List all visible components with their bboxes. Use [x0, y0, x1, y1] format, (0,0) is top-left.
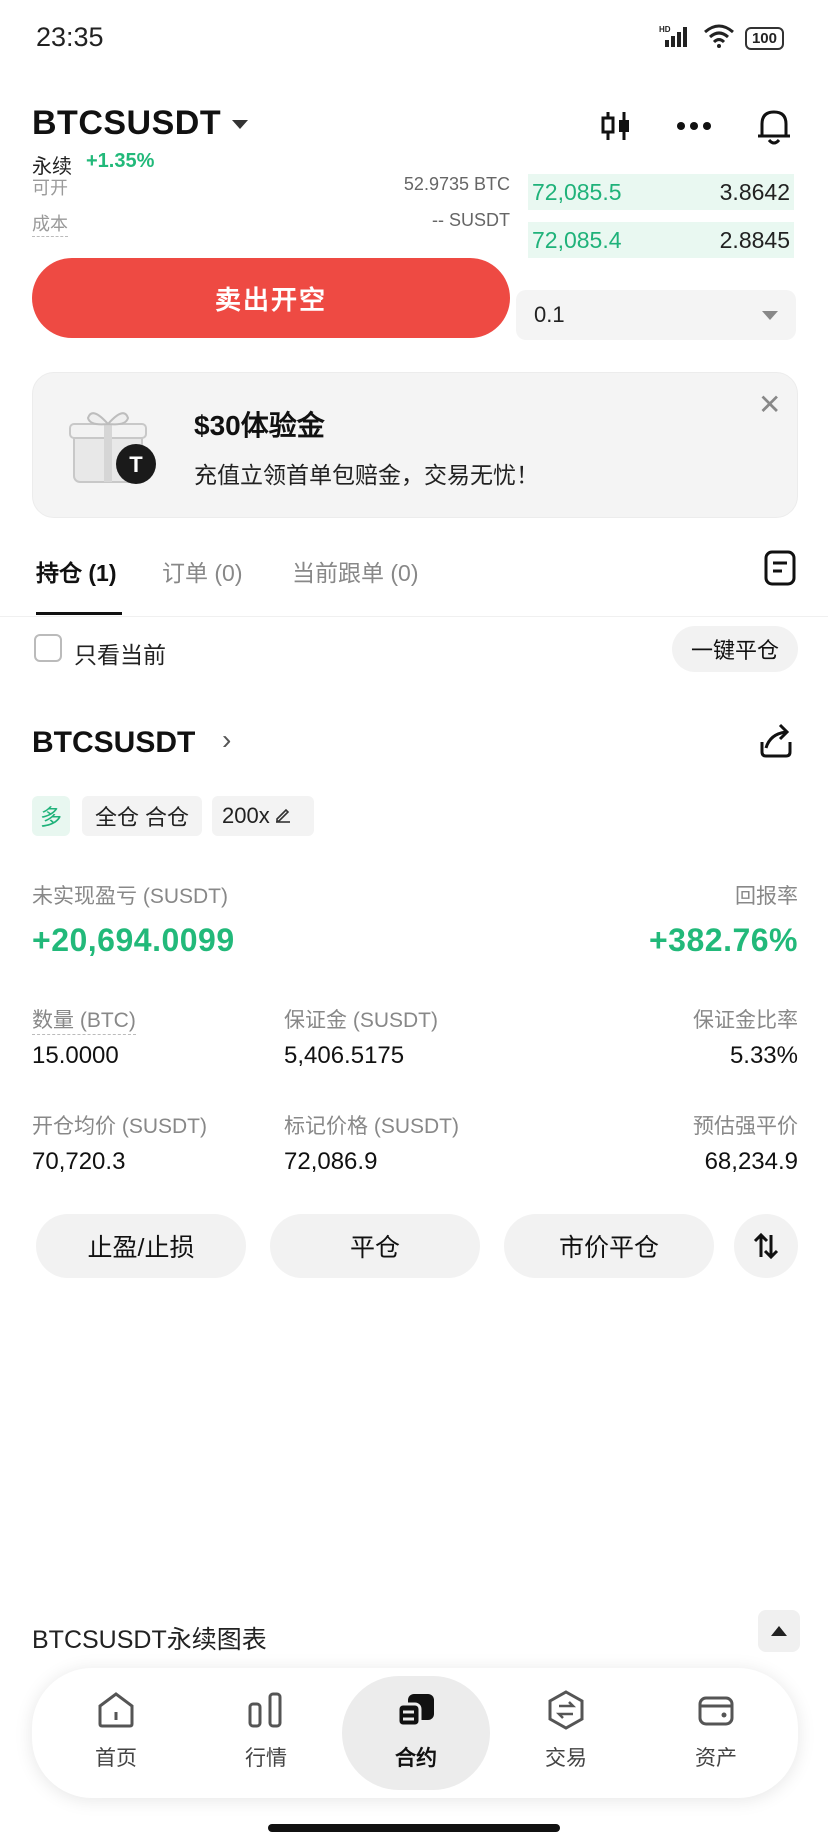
orderbook-row[interactable]: 72,085.4 2.8845 — [528, 222, 794, 258]
chart-section-title: BTCSUSDT永续图表 — [32, 1626, 267, 1654]
trade-icon — [546, 1690, 586, 1736]
orderbook-qty: 2.8845 — [719, 226, 790, 253]
nav-item-assets[interactable]: 资产 — [656, 1690, 776, 1772]
chevron-down-icon[interactable] — [232, 120, 248, 129]
liq-price-value: 68,234.9 — [704, 1148, 798, 1175]
home-icon — [96, 1690, 136, 1736]
cost-label: 成本 — [32, 210, 68, 237]
candlestick-icon[interactable] — [594, 104, 638, 148]
margin-value: 5,406.5175 — [284, 1042, 405, 1069]
leverage-tag[interactable]: 200x — [212, 796, 314, 836]
svg-text:T: T — [129, 452, 143, 477]
wallet-icon — [696, 1690, 736, 1736]
nav-item-futures[interactable]: 合约 — [356, 1690, 476, 1772]
battery-indicator: 100 — [744, 27, 784, 50]
divider — [0, 616, 828, 617]
signal-icon: HD — [659, 24, 693, 53]
only-current-label: 只看当前 — [74, 642, 166, 668]
margin-mode-tag: 全仓 合仓 — [82, 796, 202, 836]
only-current-checkbox[interactable] — [34, 634, 62, 662]
roe-label: 回报率 — [735, 885, 798, 908]
nav-item-market[interactable]: 行情 — [206, 1690, 326, 1772]
entry-price-value: 70,720.3 — [32, 1148, 126, 1175]
bell-icon[interactable] — [752, 104, 796, 148]
share-icon[interactable] — [756, 720, 796, 765]
close-position-button[interactable]: 平仓 — [270, 1214, 480, 1278]
price-change: +1.35% — [86, 150, 155, 172]
gift-icon: T — [66, 402, 162, 490]
market-icon — [246, 1690, 286, 1736]
nav-label: 首页 — [95, 1747, 137, 1770]
available-label: 可开 — [32, 178, 68, 198]
available-value: 52.9735 BTC — [403, 174, 510, 194]
edit-icon — [274, 803, 292, 829]
tab-copy-trading[interactable]: 当前跟单 (0) — [292, 554, 419, 588]
close-icon[interactable]: ✕ — [758, 388, 781, 421]
nav-label: 合约 — [395, 1747, 437, 1770]
leverage-value: 200x — [222, 803, 270, 828]
cost-value: -- SUSDT — [432, 210, 510, 230]
status-icons: HD 100 — [659, 24, 784, 53]
nav-label: 资产 — [695, 1747, 737, 1770]
tab-orders[interactable]: 订单 (0) — [162, 554, 243, 588]
side-tag: 多 — [32, 796, 70, 836]
liq-price-label: 预估强平价 — [693, 1115, 798, 1138]
position-symbol[interactable]: BTCSUSDT — [32, 726, 195, 760]
qty-label: 数量 (BTC) — [32, 1004, 136, 1035]
nav-label: 交易 — [545, 1747, 587, 1770]
nav-item-home[interactable]: 首页 — [56, 1690, 176, 1772]
tab-underline — [36, 612, 122, 615]
orderbook-row[interactable]: 72,085.5 3.8642 — [528, 174, 794, 210]
nav-label: 行情 — [245, 1747, 287, 1770]
tab-positions[interactable]: 持仓 (1) — [36, 554, 117, 588]
mark-price-value: 72,086.9 — [284, 1148, 378, 1175]
qty-value: 15.0000 — [32, 1042, 119, 1069]
quantity-select[interactable]: 0.1 — [516, 290, 796, 340]
margin-ratio-label: 保证金比率 — [693, 1009, 798, 1032]
chevron-right-icon[interactable]: › — [222, 724, 231, 756]
quantity-value: 0.1 — [534, 302, 565, 327]
svg-text:HD: HD — [659, 25, 671, 34]
margin-label: 保证金 (SUSDT) — [284, 1009, 438, 1032]
swap-icon[interactable] — [734, 1214, 798, 1278]
chevron-up-icon[interactable] — [758, 1610, 800, 1652]
wifi-icon — [703, 24, 735, 53]
chevron-down-icon — [762, 310, 778, 320]
mark-price-label: 标记价格 (SUSDT) — [284, 1115, 459, 1138]
home-indicator[interactable] — [268, 1824, 560, 1832]
close-all-button[interactable]: 一键平仓 — [672, 626, 798, 672]
order-history-icon[interactable] — [764, 550, 796, 591]
promo-subtitle: 充值立领首单包赔金，交易无忧！ — [194, 462, 539, 488]
roe-value: +382.76% — [648, 922, 798, 958]
market-close-button[interactable]: 市价平仓 — [504, 1214, 714, 1278]
status-time: 23:35 — [36, 22, 104, 52]
nav-item-trade[interactable]: 交易 — [506, 1690, 626, 1772]
promo-title: $30体验金 — [194, 410, 325, 441]
pnl-label: 未实现盈亏 (SUSDT) — [32, 885, 228, 908]
orderbook-qty: 3.8642 — [719, 178, 790, 205]
orderbook-price: 72,085.4 — [532, 226, 622, 253]
futures-icon — [396, 1690, 436, 1736]
entry-price-label: 开仓均价 (SUSDT) — [32, 1115, 207, 1138]
sell-short-button[interactable]: 卖出开空 — [32, 258, 510, 338]
more-icon[interactable] — [672, 104, 716, 148]
tpsl-button[interactable]: 止盈/止损 — [36, 1214, 246, 1278]
margin-ratio-value: 5.33% — [729, 1042, 798, 1069]
orderbook-price: 72,085.5 — [532, 178, 622, 205]
pnl-value: +20,694.0099 — [32, 922, 235, 958]
pair-title[interactable]: BTCSUSDT — [32, 104, 221, 143]
